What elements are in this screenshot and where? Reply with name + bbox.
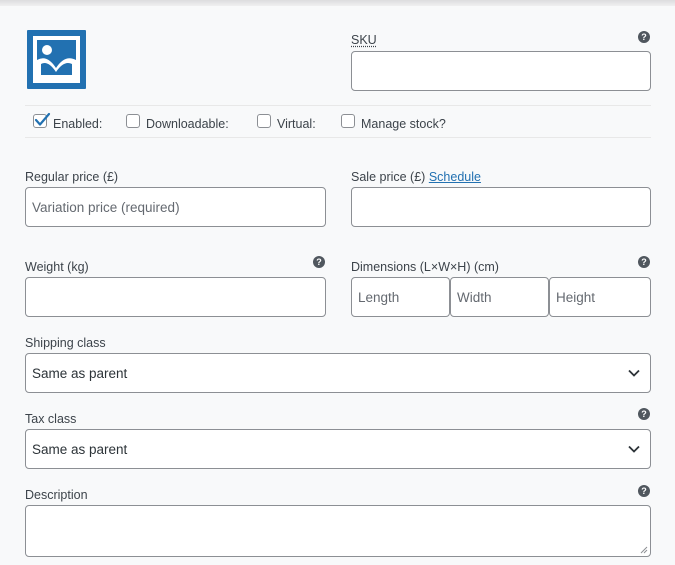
dimensions-help-icon[interactable]: ?	[638, 256, 650, 268]
divider-top	[25, 105, 651, 106]
virtual-label: Virtual:	[277, 117, 316, 131]
manage-stock-label: Manage stock?	[361, 117, 446, 131]
image-placeholder-icon	[33, 36, 80, 83]
variation-image-button[interactable]	[27, 30, 86, 89]
weight-label: Weight (kg)	[25, 260, 89, 274]
chevron-down-icon	[628, 369, 640, 377]
dimensions-label: Dimensions (L×W×H) (cm)	[351, 260, 499, 274]
description-label: Description	[25, 488, 88, 502]
chevron-down-icon	[628, 445, 640, 453]
shipping-class-label: Shipping class	[25, 336, 106, 350]
shipping-class-select[interactable]: Same as parent	[25, 353, 651, 393]
weight-input[interactable]	[25, 277, 326, 317]
divider-bottom	[25, 137, 651, 138]
weight-help-icon[interactable]: ?	[313, 256, 325, 268]
tax-class-select[interactable]: Same as parent	[25, 429, 651, 469]
manage-stock-checkbox[interactable]	[341, 114, 355, 128]
height-input[interactable]: Height	[549, 277, 651, 317]
downloadable-label: Downloadable:	[146, 117, 229, 131]
regular-price-input[interactable]: Variation price (required)	[25, 187, 326, 227]
description-help-icon[interactable]: ?	[638, 485, 650, 497]
shipping-class-value: Same as parent	[32, 365, 128, 381]
schedule-link[interactable]: Schedule	[429, 170, 481, 184]
width-input[interactable]: Width	[450, 277, 549, 317]
top-edge-shadow	[0, 0, 675, 6]
downloadable-checkbox[interactable]	[126, 114, 140, 128]
resize-handle-icon[interactable]	[640, 546, 648, 554]
length-input[interactable]: Length	[351, 277, 450, 317]
sale-price-label: Sale price (£) Schedule	[351, 170, 481, 184]
tax-class-help-icon[interactable]: ?	[638, 408, 650, 420]
tax-class-label: Tax class	[25, 412, 77, 426]
sku-label: SKU	[351, 33, 377, 47]
virtual-checkbox[interactable]	[257, 114, 271, 128]
tax-class-value: Same as parent	[32, 441, 128, 457]
enabled-label: Enabled:	[53, 117, 103, 131]
sku-help-icon[interactable]: ?	[638, 31, 650, 43]
enabled-checkbox[interactable]	[33, 112, 51, 128]
checkmark-icon	[34, 112, 51, 126]
regular-price-label: Regular price (£)	[25, 170, 119, 184]
description-textarea[interactable]	[25, 505, 651, 557]
sale-price-input[interactable]	[351, 187, 651, 227]
sku-input[interactable]	[351, 51, 651, 91]
sale-price-label-text: Sale price (£)	[351, 170, 426, 184]
